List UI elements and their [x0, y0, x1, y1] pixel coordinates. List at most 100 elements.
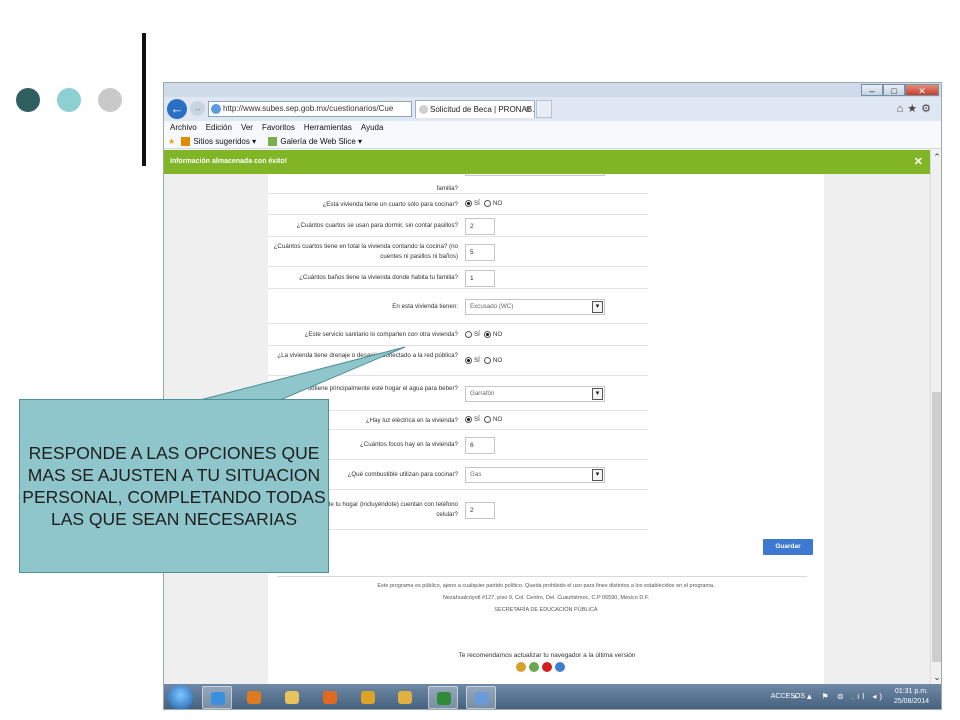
- dropdown-select[interactable]: [465, 174, 605, 176]
- number-input[interactable]: 2: [465, 502, 495, 519]
- scroll-up-icon[interactable]: ⌃: [931, 152, 941, 162]
- close-window-button[interactable]: ✕: [905, 84, 939, 96]
- clock-date: 25/08/2014: [893, 698, 929, 705]
- tab-close-icon[interactable]: ✕: [524, 101, 531, 118]
- menu-item-herramientas[interactable]: Herramientas: [304, 123, 352, 132]
- chrome-icon[interactable]: [516, 662, 526, 672]
- favorites-sitios-sugeridos[interactable]: Sitios sugeridos ▾: [193, 137, 256, 146]
- dropdown-select[interactable]: Garrafón ▾: [465, 386, 605, 402]
- question-label: ¿Cuántos baños tiene la vivienda donde h…: [299, 274, 458, 281]
- question-label: ¿Cuántos cuartos se usan para dormir, si…: [296, 222, 458, 229]
- answer-cell: Gas ▾: [465, 467, 605, 483]
- clock[interactable]: 01:31 p.m. 25/08/2014: [894, 687, 929, 707]
- number-input[interactable]: 2: [465, 218, 495, 235]
- ie-taskbar-icon-glyph: [211, 692, 225, 705]
- answer-cell: [465, 174, 605, 176]
- media-player-icon-glyph: [247, 691, 261, 704]
- radio-no[interactable]: [483, 357, 491, 364]
- maximize-button[interactable]: □: [883, 84, 905, 96]
- menu-item-archivo[interactable]: Archivo: [170, 123, 197, 132]
- question-label: En esta vivienda tienen:: [392, 303, 458, 310]
- radio-label: NO: [492, 331, 503, 338]
- dropdown-arrow-icon[interactable]: ▾: [592, 388, 603, 400]
- minimize-button[interactable]: –: [861, 84, 883, 96]
- menu-item-ver[interactable]: Ver: [241, 123, 253, 132]
- tray-icons[interactable]: » ▲ ⚑ ⊜ .ıl ◂): [793, 692, 885, 701]
- scrollbar-thumb[interactable]: [932, 392, 941, 662]
- radio-si[interactable]: [465, 200, 472, 207]
- paint-icon-glyph: [475, 692, 489, 705]
- number-input[interactable]: 1: [465, 270, 495, 287]
- dropdown-arrow-icon[interactable]: ▾: [592, 469, 603, 481]
- radio-si[interactable]: [465, 357, 472, 364]
- tab-solicitud-beca[interactable]: Solicitud de Beca | PRONAB... ✕: [415, 100, 535, 118]
- new-tab-button[interactable]: [536, 100, 552, 118]
- radio-si[interactable]: [465, 416, 472, 423]
- dropdown-select[interactable]: Excusado (WC) ▾: [465, 299, 605, 315]
- form-row: ¿Esta vivienda tiene un cuarto sólo para…: [268, 194, 648, 215]
- success-notification: Información almacenada con éxito! ✕: [164, 150, 930, 174]
- radio-no[interactable]: [483, 331, 491, 338]
- number-input[interactable]: 5: [465, 244, 495, 261]
- radio-no[interactable]: [483, 416, 491, 423]
- address-url: http://www.subes.sep.gob.mx/cuestionario…: [223, 104, 394, 113]
- apps-grid-icon-glyph: [398, 691, 412, 704]
- notification-close-icon[interactable]: ✕: [914, 150, 923, 174]
- excel-icon-glyph: [437, 692, 451, 705]
- back-arrow-icon[interactable]: ←: [167, 99, 187, 119]
- vertical-scrollbar[interactable]: ⌃ ⌄: [930, 150, 941, 684]
- dropdown-select[interactable]: Gas ▾: [465, 467, 605, 483]
- radio-group: SÍ NO: [465, 357, 506, 364]
- question-label: ¿Cuántos cuartos tiene en total la vivie…: [273, 243, 458, 260]
- opera-icon[interactable]: [542, 662, 552, 672]
- safari-icon[interactable]: [529, 662, 539, 672]
- radio-label: NO: [492, 357, 503, 364]
- radio-label: SÍ: [474, 416, 480, 423]
- ie-page-icon: [211, 104, 221, 114]
- start-button[interactable]: [168, 685, 193, 709]
- dropdown-arrow-icon[interactable]: ▾: [592, 301, 603, 313]
- firefox-icon[interactable]: [315, 686, 345, 709]
- chrome-taskbar-icon-glyph: [361, 691, 375, 704]
- explorer-folder-icon-glyph: [285, 691, 299, 704]
- notification-text: Información almacenada con éxito!: [170, 158, 288, 165]
- tab-favicon-icon: [419, 105, 428, 114]
- forward-arrow-icon[interactable]: →: [190, 101, 205, 116]
- explorer-folder-icon[interactable]: [277, 686, 307, 709]
- window-titlebar: – □ ✕: [164, 83, 941, 97]
- footer-address: Nezahualcóyotl #127, piso 9, Col. Centro…: [442, 595, 650, 601]
- paint-icon[interactable]: [466, 686, 496, 709]
- firefox-icon-glyph: [323, 691, 337, 704]
- media-player-icon[interactable]: [239, 686, 269, 709]
- excel-icon[interactable]: [428, 686, 458, 709]
- grey-dot: [98, 88, 122, 112]
- home-favorites-tools-icons[interactable]: ⌂★⚙: [897, 102, 935, 115]
- number-input[interactable]: 6: [465, 437, 495, 454]
- menu-item-favoritos[interactable]: Favoritos: [262, 123, 295, 132]
- menu-item-edición[interactable]: Edición: [206, 123, 232, 132]
- address-bar[interactable]: http://www.subes.sep.gob.mx/cuestionario…: [208, 101, 412, 117]
- navigation-bar: ← → http://www.subes.sep.gob.mx/cuestion…: [164, 97, 941, 121]
- radio-group: SÍ NO: [465, 200, 506, 207]
- question-label: ¿Esta vivienda tiene un cuarto sólo para…: [322, 201, 458, 208]
- favorites-bar: ★ Sitios sugeridos ▾ Galería de Web Slic…: [164, 135, 941, 149]
- favorites-star-icon[interactable]: ★: [168, 137, 175, 146]
- apps-grid-icon[interactable]: [390, 686, 420, 709]
- ie-taskbar-icon[interactable]: [202, 686, 232, 709]
- scroll-down-icon[interactable]: ⌄: [931, 672, 941, 682]
- browser-screenshot: – □ ✕ ← → http://www.subes.sep.gob.mx/cu…: [163, 82, 942, 710]
- footer-institution: SECRETARÍA DE EDUCACIÓN PÚBLICA: [494, 607, 598, 613]
- guardar-button[interactable]: Guardar: [763, 539, 813, 555]
- form-row: En esta vivienda tienen: Excusado (WC) ▾: [268, 289, 648, 324]
- menu-item-ayuda[interactable]: Ayuda: [361, 123, 384, 132]
- ie-icon[interactable]: [555, 662, 565, 672]
- favorites-web-slice[interactable]: Galería de Web Slice ▾: [280, 137, 362, 146]
- question-label: familia?: [436, 185, 458, 192]
- dropdown-value: Gas: [470, 471, 482, 478]
- radio-no[interactable]: [483, 200, 491, 207]
- radio-si[interactable]: [465, 331, 472, 338]
- dark-teal-dot: [16, 88, 40, 112]
- radio-group: SÍ NO: [465, 331, 506, 338]
- chrome-taskbar-icon[interactable]: [353, 686, 383, 709]
- radio-label: NO: [492, 200, 503, 207]
